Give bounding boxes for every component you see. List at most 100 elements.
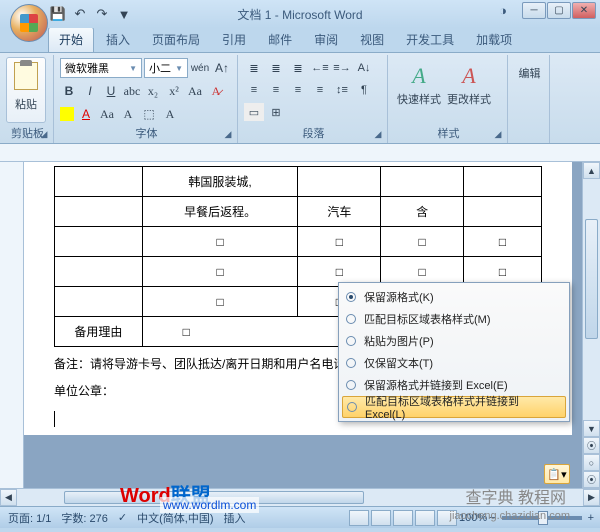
text-effects-button[interactable]: A bbox=[161, 107, 179, 122]
menu-item-paste-picture[interactable]: 粘贴为图片(P) bbox=[342, 330, 566, 352]
clear-format-icon[interactable]: A̷ bbox=[207, 84, 225, 99]
strike-button[interactable]: abc bbox=[123, 84, 141, 99]
tab-developer[interactable]: 开发工具 bbox=[396, 27, 464, 52]
undo-icon[interactable]: ↶ bbox=[72, 6, 88, 22]
highlight-button[interactable] bbox=[60, 107, 74, 121]
group-font: 微软雅黑▼ 小二▼ wén A↑ B I U abc x₂ x² Aa A̷ A… bbox=[56, 55, 238, 143]
align-left-icon[interactable]: ≡ bbox=[244, 81, 264, 99]
menu-item-text-only[interactable]: 仅保留文本(T) bbox=[342, 352, 566, 374]
status-spell-icon[interactable]: ✓ bbox=[118, 511, 127, 524]
inc-indent-icon[interactable]: ≡→ bbox=[332, 59, 352, 77]
prev-page-icon[interactable]: ⦿ bbox=[583, 437, 600, 454]
grow-font-icon[interactable]: A↑ bbox=[212, 58, 232, 78]
subscript-button[interactable]: x₂ bbox=[144, 84, 162, 99]
change-styles-button[interactable]: A 更改样式 bbox=[444, 59, 494, 121]
numbering-icon[interactable]: ≣ bbox=[266, 59, 286, 77]
chevron-down-icon: ▼ bbox=[129, 64, 137, 73]
paste-label: 粘贴 bbox=[15, 96, 37, 112]
enclose-char-button[interactable]: A bbox=[119, 107, 137, 122]
radio-icon bbox=[346, 336, 356, 346]
tab-review[interactable]: 审阅 bbox=[304, 27, 348, 52]
table-row: 早餐后返程。汽车含 bbox=[55, 197, 542, 227]
vertical-ruler[interactable] bbox=[0, 162, 24, 488]
clipboard-icon bbox=[14, 62, 38, 90]
maximize-button[interactable]: ▢ bbox=[547, 2, 571, 19]
chinese-phonetic-icon[interactable]: wén bbox=[190, 58, 210, 78]
status-page[interactable]: 页面: 1/1 bbox=[8, 510, 51, 526]
view-outline-icon[interactable] bbox=[415, 510, 435, 526]
menu-item-match-style[interactable]: 匹配目标区域表格样式(M) bbox=[342, 308, 566, 330]
font-expand-icon[interactable]: ◢ bbox=[222, 128, 234, 140]
office-button[interactable] bbox=[10, 4, 48, 42]
group-label-font: 字体 bbox=[56, 125, 237, 141]
scroll-up-icon[interactable]: ▲ bbox=[583, 162, 600, 179]
font-size-select[interactable]: 小二▼ bbox=[144, 58, 188, 78]
vertical-scrollbar[interactable]: ▲ ▼ ⦿ ○ ⦿ bbox=[582, 162, 600, 488]
tab-home[interactable]: 开始 bbox=[48, 26, 94, 52]
browse-icon[interactable]: ○ bbox=[583, 454, 600, 471]
paste-button[interactable]: 粘贴 bbox=[6, 57, 46, 123]
save-icon[interactable]: 💾 bbox=[50, 6, 66, 22]
help-icon[interactable]: ◑ bbox=[491, 2, 515, 19]
scroll-track[interactable] bbox=[583, 179, 600, 420]
bullets-icon[interactable]: ≣ bbox=[244, 59, 264, 77]
horizontal-ruler[interactable] bbox=[0, 144, 600, 162]
scroll-thumb[interactable] bbox=[585, 219, 598, 339]
zoom-in-icon[interactable]: + bbox=[588, 512, 594, 524]
group-label-styles: 样式 bbox=[390, 125, 507, 141]
scroll-right-icon[interactable]: ▶ bbox=[583, 489, 600, 506]
status-words[interactable]: 字数: 276 bbox=[61, 510, 107, 526]
view-web-icon[interactable] bbox=[393, 510, 413, 526]
borders-icon[interactable]: ⊞ bbox=[266, 103, 286, 121]
paste-options-icon[interactable]: 📋▾ bbox=[544, 464, 570, 484]
show-marks-icon[interactable]: ¶ bbox=[354, 81, 374, 99]
char-border-button[interactable]: ⬚ bbox=[140, 107, 158, 122]
font-color-button[interactable]: A bbox=[77, 107, 95, 122]
watermark-right-sub: jiaocheng.chazidian.com bbox=[450, 510, 570, 522]
align-center-icon[interactable]: ≡ bbox=[266, 81, 286, 99]
sort-icon[interactable]: A↓ bbox=[354, 59, 374, 77]
char-shading-button[interactable]: Aa bbox=[98, 107, 116, 122]
menu-item-match-link-excel[interactable]: 匹配目标区域表格样式并链接到 Excel(L) bbox=[342, 396, 566, 418]
tab-addins[interactable]: 加载项 bbox=[466, 27, 522, 52]
tab-view[interactable]: 视图 bbox=[350, 27, 394, 52]
redo-icon[interactable]: ↷ bbox=[94, 6, 110, 22]
table-row: □□□□ bbox=[55, 227, 542, 257]
group-editing: 编辑 bbox=[510, 55, 550, 143]
qat-dropdown-icon[interactable]: ▼ bbox=[116, 6, 132, 22]
change-case-button[interactable]: Aa bbox=[186, 84, 204, 99]
styles-expand-icon[interactable]: ◢ bbox=[492, 128, 504, 140]
superscript-button[interactable]: x² bbox=[165, 84, 183, 99]
tab-insert[interactable]: 插入 bbox=[96, 27, 140, 52]
clipboard-expand-icon[interactable]: ◢ bbox=[38, 128, 50, 140]
justify-icon[interactable]: ≡ bbox=[310, 81, 330, 99]
scroll-left-icon[interactable]: ◀ bbox=[0, 489, 17, 506]
font-name-select[interactable]: 微软雅黑▼ bbox=[60, 58, 142, 78]
close-button[interactable]: ✕ bbox=[572, 2, 596, 19]
watermark-link: www.wordlm.com bbox=[160, 497, 259, 513]
tab-layout[interactable]: 页面布局 bbox=[142, 27, 210, 52]
change-styles-icon: A bbox=[454, 61, 484, 91]
dec-indent-icon[interactable]: ←≡ bbox=[310, 59, 330, 77]
shading-icon[interactable]: ▭ bbox=[244, 103, 264, 121]
underline-button[interactable]: U bbox=[102, 84, 120, 99]
italic-button[interactable]: I bbox=[81, 84, 99, 99]
minimize-button[interactable]: ─ bbox=[522, 2, 546, 19]
edit-dropdown[interactable]: 编辑 bbox=[514, 65, 545, 81]
paragraph-expand-icon[interactable]: ◢ bbox=[372, 128, 384, 140]
paste-options-menu: 保留源格式(K) 匹配目标区域表格样式(M) 粘贴为图片(P) 仅保留文本(T)… bbox=[338, 282, 570, 422]
group-paragraph: ≣ ≣ ≣ ←≡ ≡→ A↓ ≡ ≡ ≡ ≡ ↕≡ ¶ ▭ ⊞ 段落 ◢ bbox=[240, 55, 388, 143]
quick-styles-button[interactable]: A 快速样式 bbox=[394, 59, 444, 121]
line-spacing-icon[interactable]: ↕≡ bbox=[332, 81, 352, 99]
align-right-icon[interactable]: ≡ bbox=[288, 81, 308, 99]
scroll-down-icon[interactable]: ▼ bbox=[583, 420, 600, 437]
chevron-down-icon: ▼ bbox=[175, 64, 183, 73]
multilevel-icon[interactable]: ≣ bbox=[288, 59, 308, 77]
view-print-icon[interactable] bbox=[349, 510, 369, 526]
view-fullscreen-icon[interactable] bbox=[371, 510, 391, 526]
tab-references[interactable]: 引用 bbox=[212, 27, 256, 52]
tab-mailings[interactable]: 邮件 bbox=[258, 27, 302, 52]
next-page-icon[interactable]: ⦿ bbox=[583, 471, 600, 488]
menu-item-keep-source[interactable]: 保留源格式(K) bbox=[342, 286, 566, 308]
bold-button[interactable]: B bbox=[60, 84, 78, 99]
